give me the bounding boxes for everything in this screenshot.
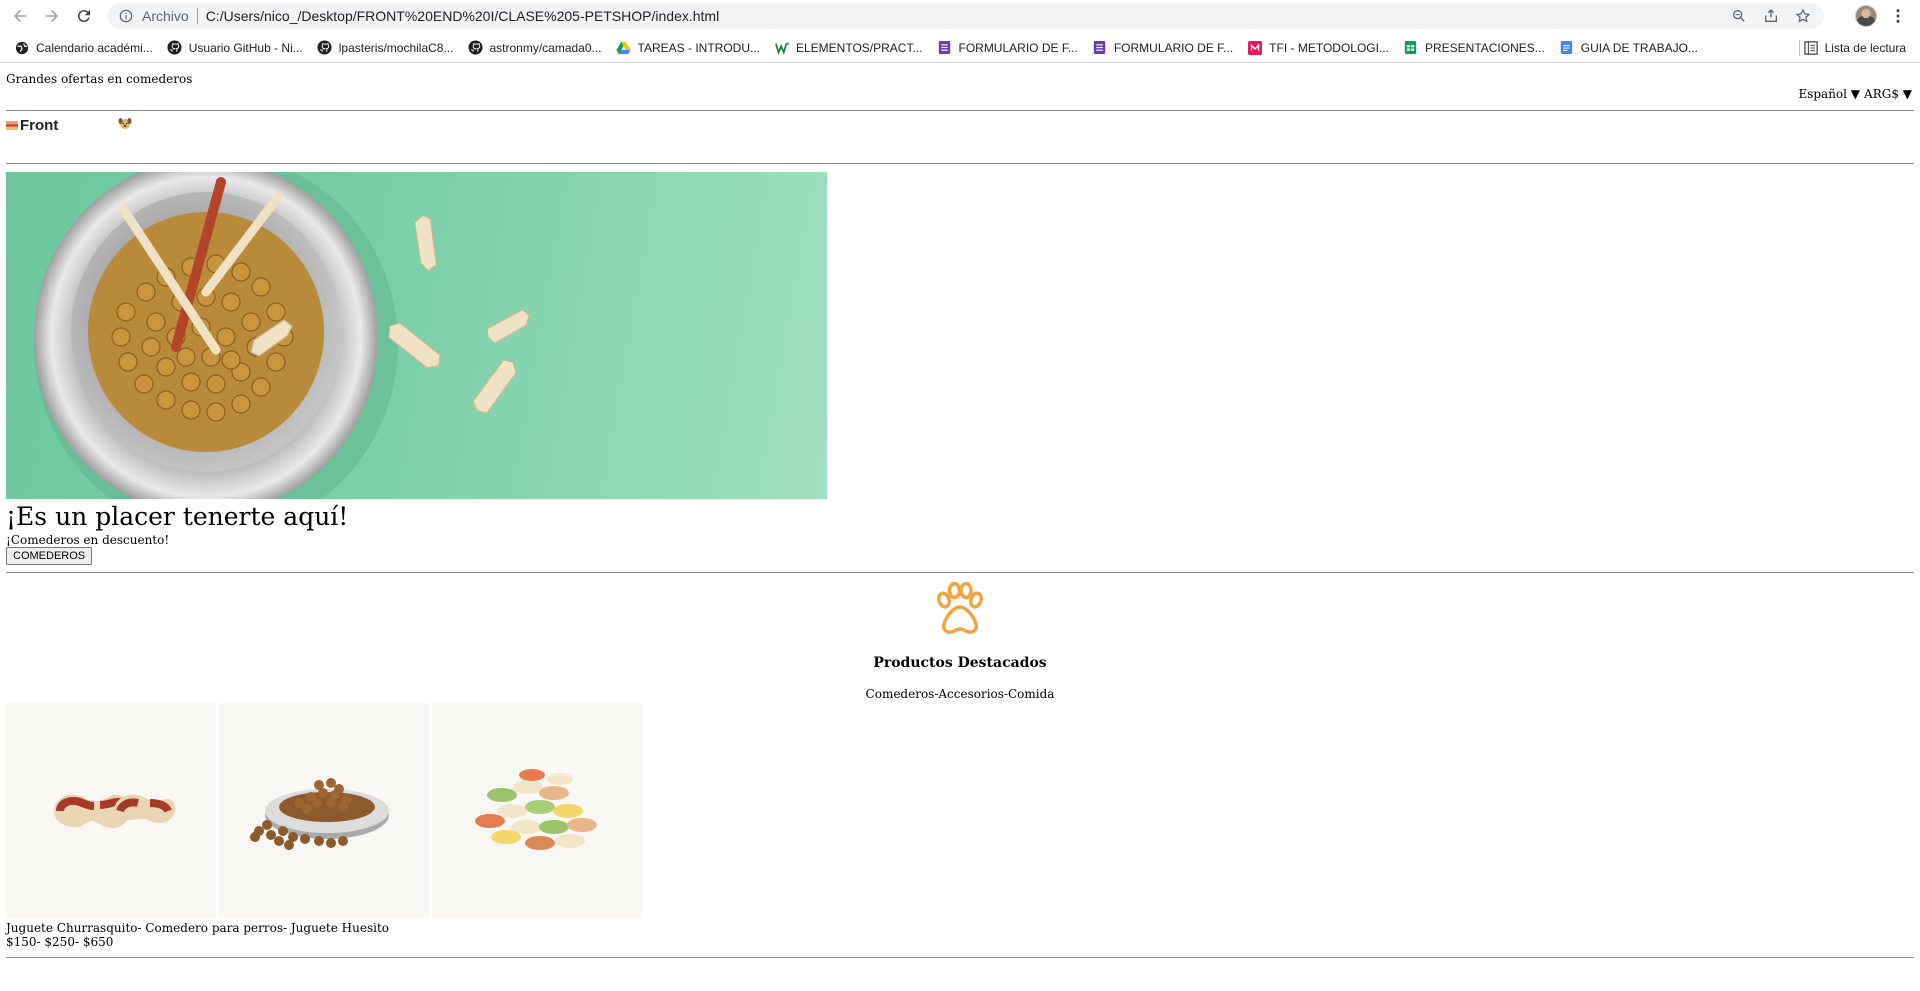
product-names: Juguete Churrasquito- Comedero para perr… (6, 921, 389, 935)
reading-list-icon (1803, 40, 1819, 56)
github-icon (167, 40, 183, 56)
reload-button[interactable] (68, 0, 100, 32)
steak-toy-image (54, 794, 176, 829)
omnibox-separator (196, 8, 198, 24)
github-icon (317, 40, 333, 56)
browser-toolbar: Archivo C:/Users/nico_/Desktop/FRONT%20E… (0, 0, 1920, 32)
bookmarks-divider (1799, 40, 1800, 56)
bookmark-label: FORMULARIO DE F... (1113, 40, 1234, 55)
pet-food-bowl-image (34, 172, 530, 499)
dog-bowl-image (250, 778, 389, 850)
forward-arrow-icon (46, 10, 58, 22)
back-button[interactable] (4, 0, 36, 32)
bookmark-star-icon[interactable] (1794, 7, 1812, 25)
divider (6, 957, 1914, 958)
bookmark-label: PRESENTACIONES... (1424, 40, 1545, 55)
divider (6, 110, 1914, 111)
bookmark-item[interactable]: TAREAS - INTRODU... (609, 40, 767, 56)
info-icon[interactable] (118, 8, 134, 24)
bookmark-item[interactable]: FORMULARIO DE F... (1085, 40, 1240, 56)
bookmark-label: astronmy/camada0... (489, 40, 602, 55)
bookmark-label: Calendario académi... (36, 40, 153, 55)
menu-kebab-icon[interactable] (1888, 6, 1908, 26)
scheme-label: Archivo (142, 8, 189, 24)
product-image-comedero[interactable] (219, 703, 429, 918)
bookmark-item[interactable]: Usuario GitHub - Ni... (160, 40, 310, 56)
github-icon (467, 40, 483, 56)
w-icon (774, 40, 790, 56)
bookmark-item[interactable]: FORMULARIO DE F... (929, 40, 1084, 56)
bookmark-label: Usuario GitHub - Ni... (188, 40, 303, 55)
logo-text: Front (20, 117, 59, 134)
reading-list-button[interactable]: Lista de lectura (1803, 40, 1906, 56)
reading-list-label: Lista de lectura (1824, 40, 1906, 55)
bookmark-label: GUIA DE TRABAJO... (1580, 40, 1698, 55)
bookmark-label: lpasteris/mochilaC8... (338, 40, 454, 55)
hero-subtitle: ¡Comederos en descuento! (6, 533, 170, 547)
bookmark-item[interactable]: lpasteris/mochilaC8... (310, 40, 461, 56)
divider (6, 163, 1914, 164)
dog-face-icon (118, 118, 132, 129)
sheets-icon (1403, 40, 1419, 56)
paw-icon (936, 582, 984, 634)
divider (6, 572, 1914, 573)
featured-categories: Comederos-Accesorios-Comida (865, 687, 1055, 701)
product-image-huesito[interactable] (432, 703, 642, 918)
hero-image (6, 172, 827, 499)
bookmark-label: TFI - METODOLOGI... (1269, 40, 1389, 55)
drive-icon (616, 40, 632, 56)
bookmark-item[interactable]: TFI - METODOLOGI... (1240, 40, 1396, 56)
share-icon[interactable] (1762, 7, 1780, 25)
forms-icon (936, 40, 952, 56)
bookmark-item[interactable]: PRESENTACIONES... (1396, 40, 1552, 56)
omnibox-actions (1730, 7, 1812, 25)
zoom-icon[interactable] (1730, 7, 1748, 25)
reload-icon (77, 10, 90, 23)
currency-select[interactable]: ARG$ ▼ (1864, 87, 1912, 101)
bookmark-label: TAREAS - INTRODU... (637, 40, 760, 55)
product-prices: $150- $250- $650 (6, 935, 114, 949)
hero-title: ¡Es un placer tenerte aquí! (6, 502, 349, 531)
product-grid (6, 703, 642, 918)
docs-icon (1559, 40, 1575, 56)
globe-icon (14, 40, 30, 56)
m-icon (1247, 40, 1263, 56)
product-image-churrasquito[interactable] (6, 703, 216, 918)
bookmark-item[interactable]: GUIA DE TRABAJO... (1552, 40, 1705, 56)
logo-image-icon (6, 121, 18, 130)
bookmark-item[interactable]: ELEMENTOS/PRACT... (767, 40, 929, 56)
bookmark-item[interactable]: Calendario académi... (0, 40, 160, 56)
bookmarks-bar: Calendario académi... Usuario GitHub - N… (0, 33, 1920, 63)
bone-treats-image (475, 769, 597, 850)
forward-button[interactable] (36, 0, 68, 32)
back-arrow-icon (14, 10, 26, 22)
bookmark-item[interactable]: astronmy/camada0... (460, 40, 608, 56)
address-bar[interactable]: Archivo C:/Users/nico_/Desktop/FRONT%20E… (108, 3, 1824, 29)
locale-selectors: Español ▼ ARG$ ▼ (1798, 87, 1912, 101)
forms-icon (1092, 40, 1108, 56)
comederos-button[interactable]: COMEDEROS (6, 547, 93, 565)
site-logo[interactable]: Front (6, 117, 58, 134)
featured-title: Productos Destacados (873, 655, 1047, 671)
profile-avatar[interactable] (1855, 5, 1877, 27)
promo-text: Grandes ofertas en comederos (6, 72, 193, 86)
bookmark-label: ELEMENTOS/PRACT... (796, 40, 923, 55)
bookmark-label: FORMULARIO DE F... (958, 40, 1078, 55)
language-select[interactable]: Español ▼ (1798, 87, 1860, 101)
url-text[interactable]: C:/Users/nico_/Desktop/FRONT%20END%20I/C… (206, 8, 720, 24)
page-content: Grandes ofertas en comederos Español ▼ A… (0, 64, 1920, 991)
